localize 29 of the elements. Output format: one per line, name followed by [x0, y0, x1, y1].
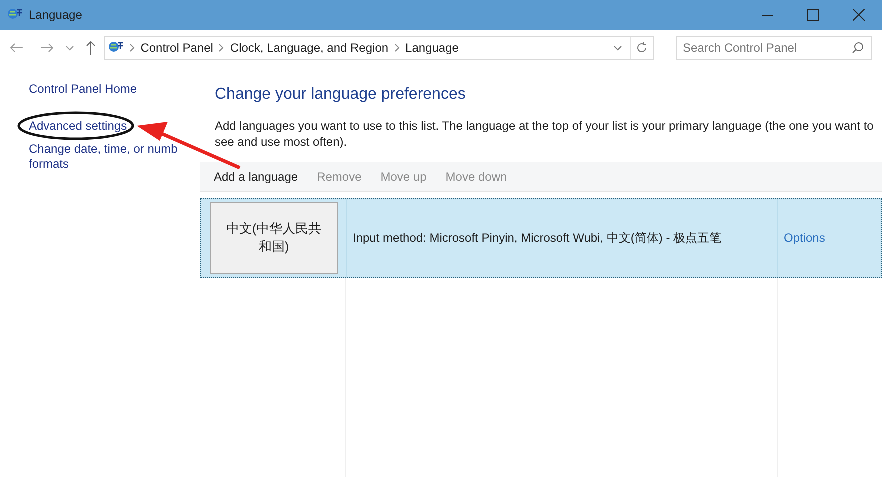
language-row[interactable]: 中文(中华人民共和国) Input method: Microsoft Pinyin, Microsoft Wubi, 中文(简体) - 极点五笔 Options	[200, 198, 882, 278]
language-button[interactable]: 中文(中华人民共和国)	[210, 202, 338, 274]
back-arrow-icon[interactable]	[10, 43, 24, 53]
up-arrow-icon[interactable]	[86, 41, 96, 55]
toolbar-button[interactable]: Add a language	[214, 168, 298, 186]
sidebar-link[interactable]: Change date, time, or numb formats	[29, 142, 189, 172]
chevron-down-icon[interactable]	[614, 46, 622, 50]
description-text: Add languages you want to use to this list. The language at the top of your list is your primary language (the one you want to see and use most often).	[215, 118, 875, 150]
search-icon	[852, 42, 864, 54]
forward-arrow-icon[interactable]	[40, 43, 54, 53]
minimize-icon	[762, 14, 772, 16]
breadcrumb-item[interactable]: Control Panel	[140, 39, 214, 57]
breadcrumb-item[interactable]: Language	[406, 39, 459, 57]
input-method-text: Input method: Microsoft Pinyin, Microsoft Wubi, 中文(简体) - 极点五笔	[353, 230, 722, 247]
page-heading: Change your language preferences	[215, 85, 467, 105]
breadcrumb-item[interactable]: Clock, Language, and Region	[230, 39, 389, 57]
chevron-right-icon	[130, 44, 135, 52]
chevron-right-icon	[219, 44, 224, 52]
close-icon	[853, 9, 865, 21]
sidebar-link[interactable]: Control Panel Home	[29, 80, 194, 98]
options-link[interactable]: Options	[784, 229, 826, 247]
search-field[interactable]: Search Control Panel	[676, 36, 872, 60]
maximize-icon	[807, 9, 819, 21]
address-bar[interactable]: Control Panel Clock, Language, and Region Language	[104, 36, 654, 60]
refresh-icon[interactable]	[636, 42, 648, 54]
chevron-right-icon	[394, 44, 400, 52]
window-title: Language	[29, 7, 82, 24]
sidebar-link[interactable]: Advanced settings	[29, 119, 189, 134]
chevron-down-icon[interactable]	[66, 46, 74, 50]
